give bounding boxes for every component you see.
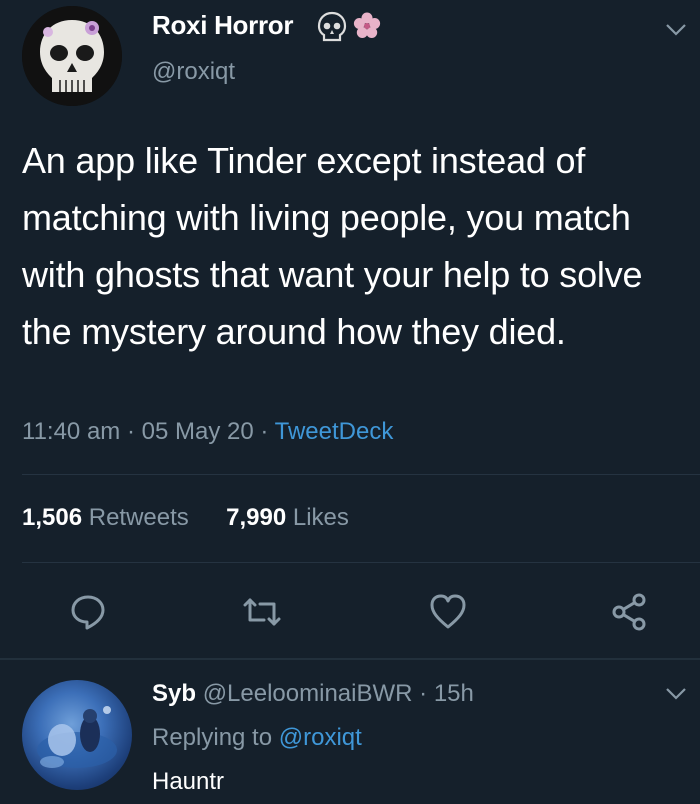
likes-label[interactable]: Likes	[293, 504, 349, 531]
likes-count[interactable]: 7,990	[226, 504, 286, 531]
reply-avatar-image	[37, 706, 117, 768]
avatar[interactable]	[22, 6, 122, 106]
reply-divider	[0, 658, 700, 660]
tweet-text: An app like Tinder except instead of mat…	[22, 140, 643, 352]
reply-author-handle[interactable]: @LeeloominaiBWR	[203, 680, 413, 707]
reply-time[interactable]: 15h	[434, 680, 474, 707]
skull-avatar-image	[22, 6, 122, 106]
chevron-down-icon[interactable]	[664, 22, 688, 38]
divider	[22, 474, 700, 475]
name-emojis	[317, 11, 381, 42]
tweet-date: 05 May 20	[141, 418, 254, 445]
meta-separator: ·	[260, 418, 269, 445]
cherry-blossom-icon	[353, 12, 381, 38]
replying-to: Replying to @roxiqt	[152, 724, 362, 752]
reply-separator: ·	[419, 680, 428, 707]
meta-separator: ·	[126, 418, 135, 445]
tweet-stats: 1,506 Retweets 7,990 Likes	[22, 504, 349, 532]
replying-to-label: Replying to	[152, 724, 273, 751]
like-icon[interactable]	[428, 592, 468, 632]
reply-icon[interactable]	[68, 592, 108, 632]
reply-author-name[interactable]: Syb	[152, 680, 196, 707]
author-name[interactable]: Roxi Horror	[152, 10, 293, 41]
retweet-icon[interactable]	[242, 592, 282, 632]
author-handle[interactable]: @roxiqt	[152, 58, 235, 86]
chevron-down-icon[interactable]	[664, 686, 688, 702]
share-icon[interactable]	[610, 592, 650, 632]
reply-avatar[interactable]	[22, 680, 132, 790]
tweet-page: Roxi Horror @roxiqt An app like Tinder e…	[0, 0, 700, 804]
replying-to-mention[interactable]: @roxiqt	[279, 724, 362, 751]
skull-icon	[317, 11, 347, 42]
retweets-label[interactable]: Retweets	[89, 504, 189, 531]
tweet-header: Roxi Horror @roxiqt	[0, 0, 700, 110]
reply-header: Syb @LeeloominaiBWR · 15h	[152, 680, 474, 708]
reply-text: Hauntr	[152, 768, 225, 795]
tweet-time: 11:40 am	[22, 418, 121, 445]
divider	[22, 562, 700, 563]
tweet-meta: 11:40 am · 05 May 20 · TweetDeck	[22, 418, 393, 446]
retweets-count[interactable]: 1,506	[22, 504, 82, 531]
tweet-source-link[interactable]: TweetDeck	[275, 418, 394, 445]
